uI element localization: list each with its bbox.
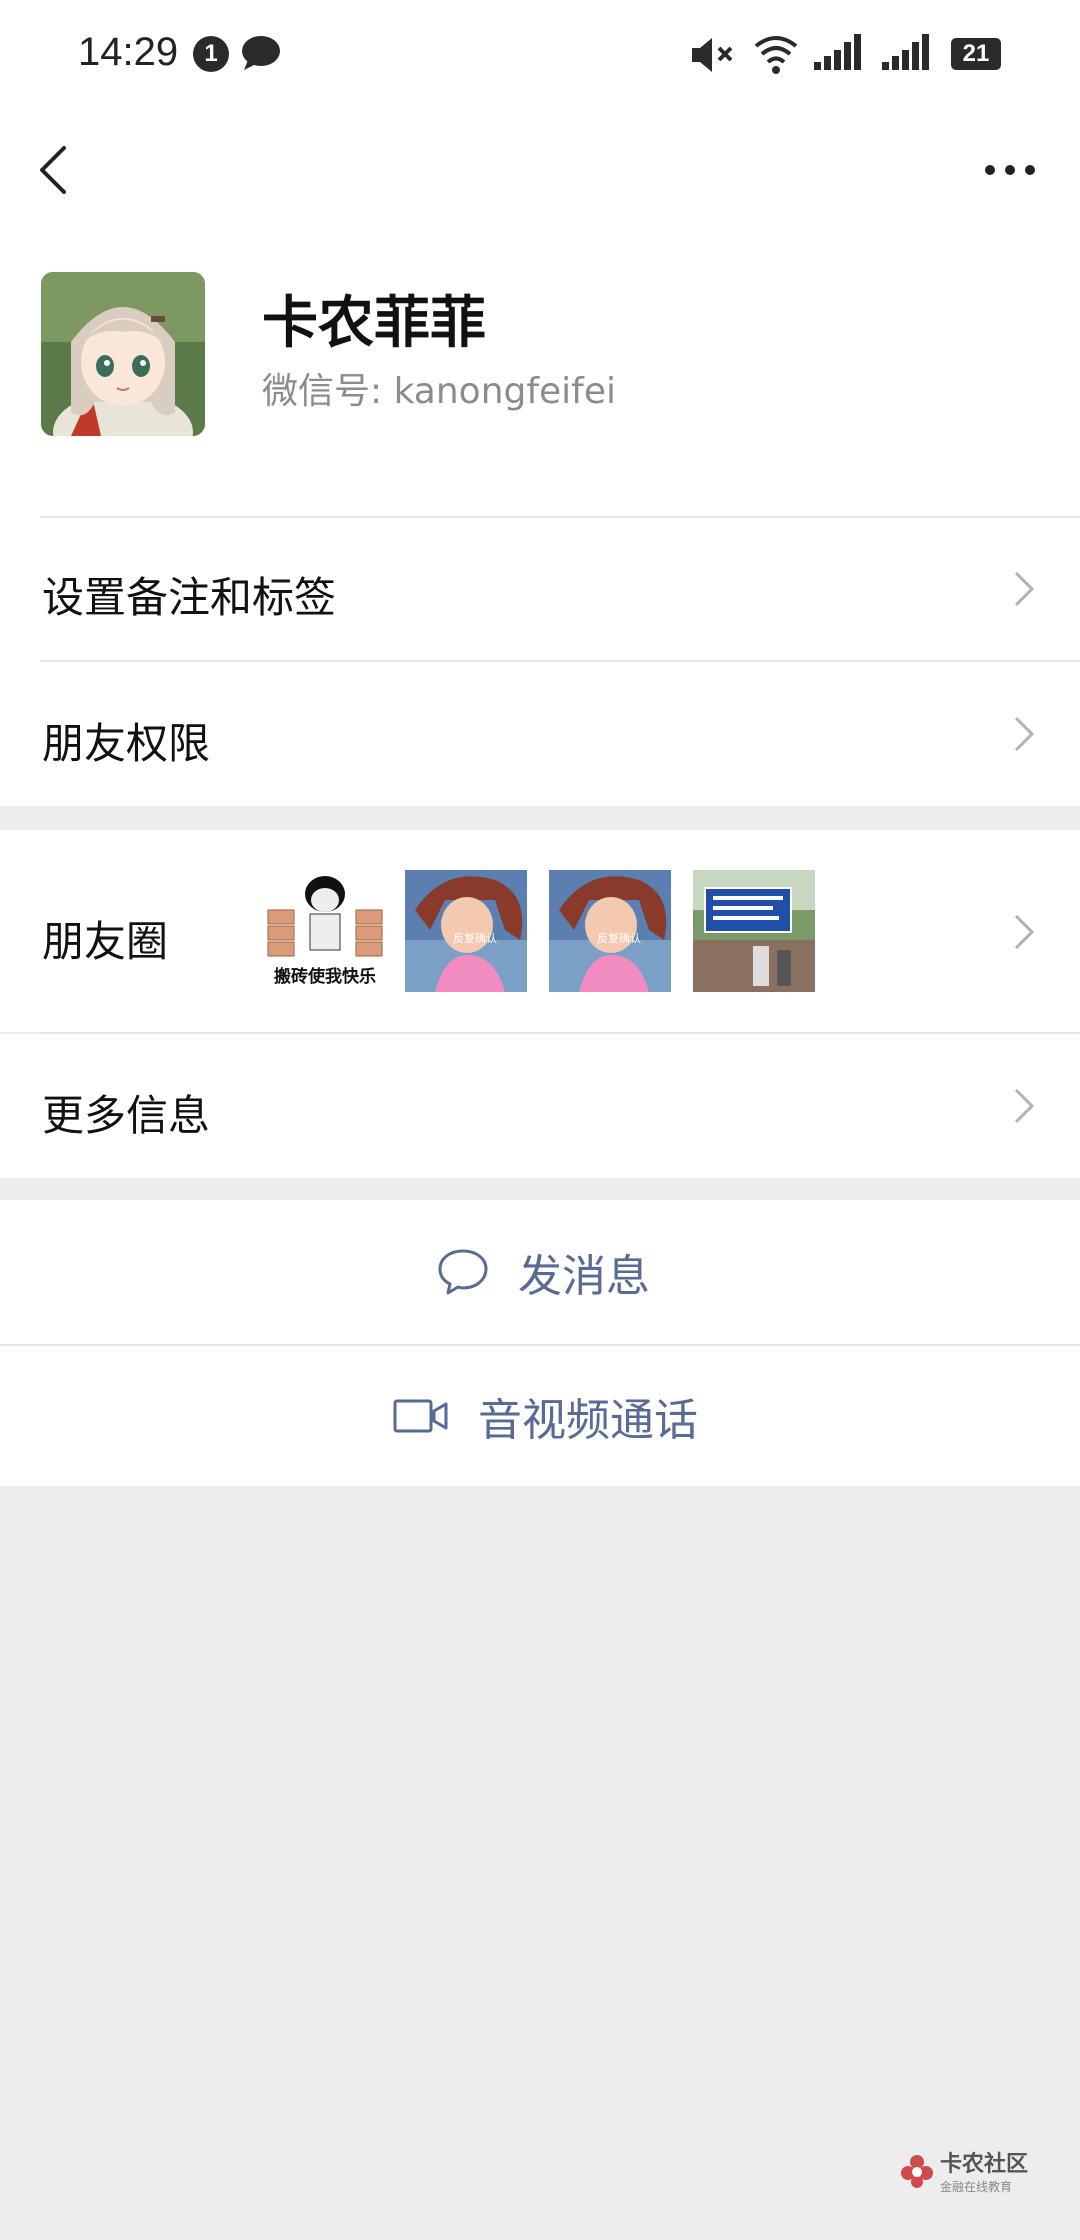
row-moments[interactable]: 朋友圈	[0, 830, 1080, 1032]
row-friend-permissions-label: 朋友权限	[42, 719, 211, 768]
thumb-caption: 反复确认	[597, 931, 641, 945]
thumb-caption: 搬砖使我快乐	[274, 966, 376, 987]
cartoon-girl-thumbnail[interactable]: 反复确认	[405, 870, 527, 992]
meme-brick-thumbnail[interactable]: 搬砖使我快乐	[264, 870, 386, 992]
av-call-label: 音视频通话	[478, 1395, 698, 1446]
video-camera-icon	[393, 1399, 448, 1433]
chat-notification-icon	[242, 36, 280, 70]
contact-profile-page: 14:29 1 21 卡农菲菲 微信号: kanongfeifei 设置备注和标…	[0, 0, 1080, 2240]
watermark-title: 卡农社区	[940, 2152, 1029, 2177]
row-moments-label: 朋友圈	[42, 917, 169, 966]
battery-level: 21	[951, 38, 1001, 70]
notification-count-badge: 1	[193, 36, 229, 72]
status-time: 14:29	[78, 30, 179, 74]
chevron-right-icon	[1014, 1088, 1035, 1124]
chat-bubble-icon	[438, 1249, 488, 1295]
row-remark-tags[interactable]: 设置备注和标签	[0, 518, 1080, 660]
section-gap	[0, 1178, 1080, 1200]
avatar[interactable]	[41, 272, 205, 436]
row-more-info[interactable]: 更多信息	[0, 1034, 1080, 1178]
street-sign-photo-thumbnail[interactable]	[693, 870, 815, 992]
status-bar: 14:29 1 21	[0, 0, 1080, 110]
wechat-id: 微信号: kanongfeifei	[262, 371, 617, 412]
cartoon-girl-thumbnail[interactable]: 反复确认	[549, 870, 671, 992]
flower-logo-icon	[901, 2154, 933, 2188]
section-gap	[0, 806, 1080, 830]
back-arrow-icon[interactable]	[30, 140, 80, 200]
row-friend-permissions[interactable]: 朋友权限	[0, 662, 1080, 806]
send-message-button[interactable]: 发消息	[0, 1200, 1080, 1344]
more-options-icon[interactable]	[980, 150, 1040, 190]
contact-nickname: 卡农菲菲	[262, 291, 486, 356]
send-message-label: 发消息	[518, 1251, 650, 1302]
watermark-subtitle: 金融在线教育	[940, 2180, 1013, 2194]
thumb-caption: 反复确认	[453, 931, 497, 945]
wifi-icon	[754, 36, 798, 74]
chevron-right-icon	[1014, 571, 1035, 607]
row-more-info-label: 更多信息	[42, 1091, 211, 1140]
mute-icon	[692, 38, 733, 72]
community-watermark: 卡农社区 金融在线教育	[900, 2146, 1028, 2195]
chevron-right-icon	[1014, 716, 1035, 752]
signal-sim1-icon	[814, 34, 861, 70]
av-call-button[interactable]: 音视频通话	[0, 1346, 1080, 1486]
signal-sim2-icon	[882, 34, 929, 70]
row-remark-tags-label: 设置备注和标签	[42, 573, 337, 622]
chevron-right-icon	[1014, 914, 1035, 950]
